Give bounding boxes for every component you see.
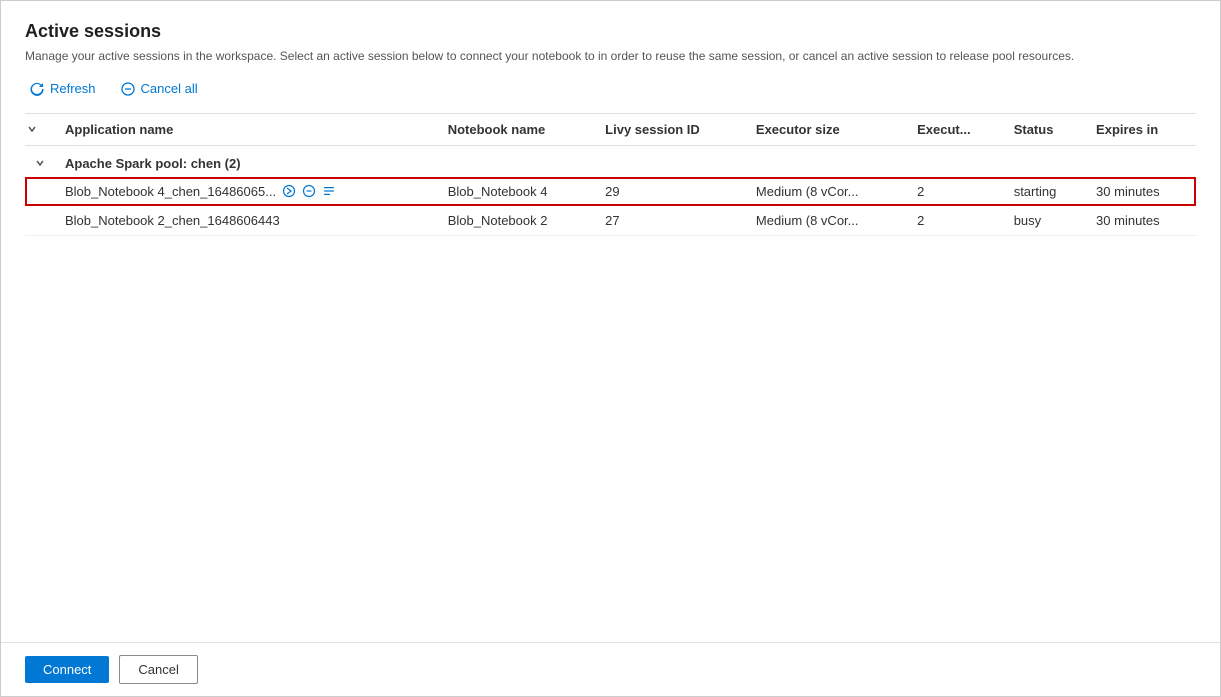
row-notebook-name: Blob_Notebook 2 — [438, 206, 595, 236]
group-name: Apache Spark pool: chen (2) — [55, 145, 1196, 177]
th-app-name: Application name — [55, 114, 438, 146]
connect-session-icon[interactable] — [282, 184, 296, 198]
row-expires-in: 30 minutes — [1086, 177, 1196, 206]
group-chevron-cell — [25, 145, 55, 177]
details-session-icon[interactable] — [322, 184, 336, 198]
row-expires-in: 30 minutes — [1086, 206, 1196, 236]
table-row[interactable]: Blob_Notebook 4_chen_16486065... — [25, 177, 1196, 206]
row-executor-size: Medium (8 vCor... — [746, 177, 907, 206]
row-app-name: Blob_Notebook 2_chen_1648606443 — [55, 206, 438, 236]
row-status: starting — [1004, 177, 1086, 206]
th-executor-size: Executor size — [746, 114, 907, 146]
cancel-all-button[interactable]: Cancel all — [116, 79, 202, 99]
row-executors: 2 — [907, 177, 1004, 206]
row-executor-size: Medium (8 vCor... — [746, 206, 907, 236]
table-container: Application name Notebook name Livy sess… — [25, 114, 1196, 632]
refresh-button[interactable]: Refresh — [25, 79, 100, 99]
row-app-name: Blob_Notebook 4_chen_16486065... — [55, 177, 438, 206]
page-description: Manage your active sessions in the works… — [25, 48, 1196, 65]
th-expires-in: Expires in — [1086, 114, 1196, 146]
row-livy-session-id: 29 — [595, 177, 746, 206]
th-status: Status — [1004, 114, 1086, 146]
footer: Connect Cancel — [1, 642, 1220, 696]
th-expand — [25, 114, 55, 146]
connect-button[interactable]: Connect — [25, 656, 109, 683]
row-notebook-name: Blob_Notebook 4 — [438, 177, 595, 206]
row-chevron-cell — [25, 206, 55, 236]
header-chevron-icon[interactable] — [27, 124, 37, 134]
main-container: Active sessions Manage your active sessi… — [1, 1, 1220, 642]
th-executors: Execut... — [907, 114, 1004, 146]
table-row[interactable]: Blob_Notebook 2_chen_1648606443 Blob_Not… — [25, 206, 1196, 236]
cancel-all-label: Cancel all — [141, 81, 198, 96]
cancel-session-icon[interactable] — [302, 184, 316, 198]
table-header-row: Application name Notebook name Livy sess… — [25, 114, 1196, 146]
refresh-label: Refresh — [50, 81, 96, 96]
toolbar: Refresh Cancel all — [25, 79, 1196, 99]
row-chevron-cell — [25, 177, 55, 206]
refresh-icon — [29, 81, 45, 97]
group-row: Apache Spark pool: chen (2) — [25, 145, 1196, 177]
row-status: busy — [1004, 206, 1086, 236]
th-livy-session-id: Livy session ID — [595, 114, 746, 146]
cancel-button[interactable]: Cancel — [119, 655, 197, 684]
row-actions — [282, 184, 336, 198]
sessions-table: Application name Notebook name Livy sess… — [25, 114, 1196, 236]
row-livy-session-id: 27 — [595, 206, 746, 236]
cancel-all-icon — [120, 81, 136, 97]
group-chevron-icon[interactable] — [35, 158, 45, 168]
page-title: Active sessions — [25, 21, 1196, 42]
th-notebook-name: Notebook name — [438, 114, 595, 146]
row-executors: 2 — [907, 206, 1004, 236]
